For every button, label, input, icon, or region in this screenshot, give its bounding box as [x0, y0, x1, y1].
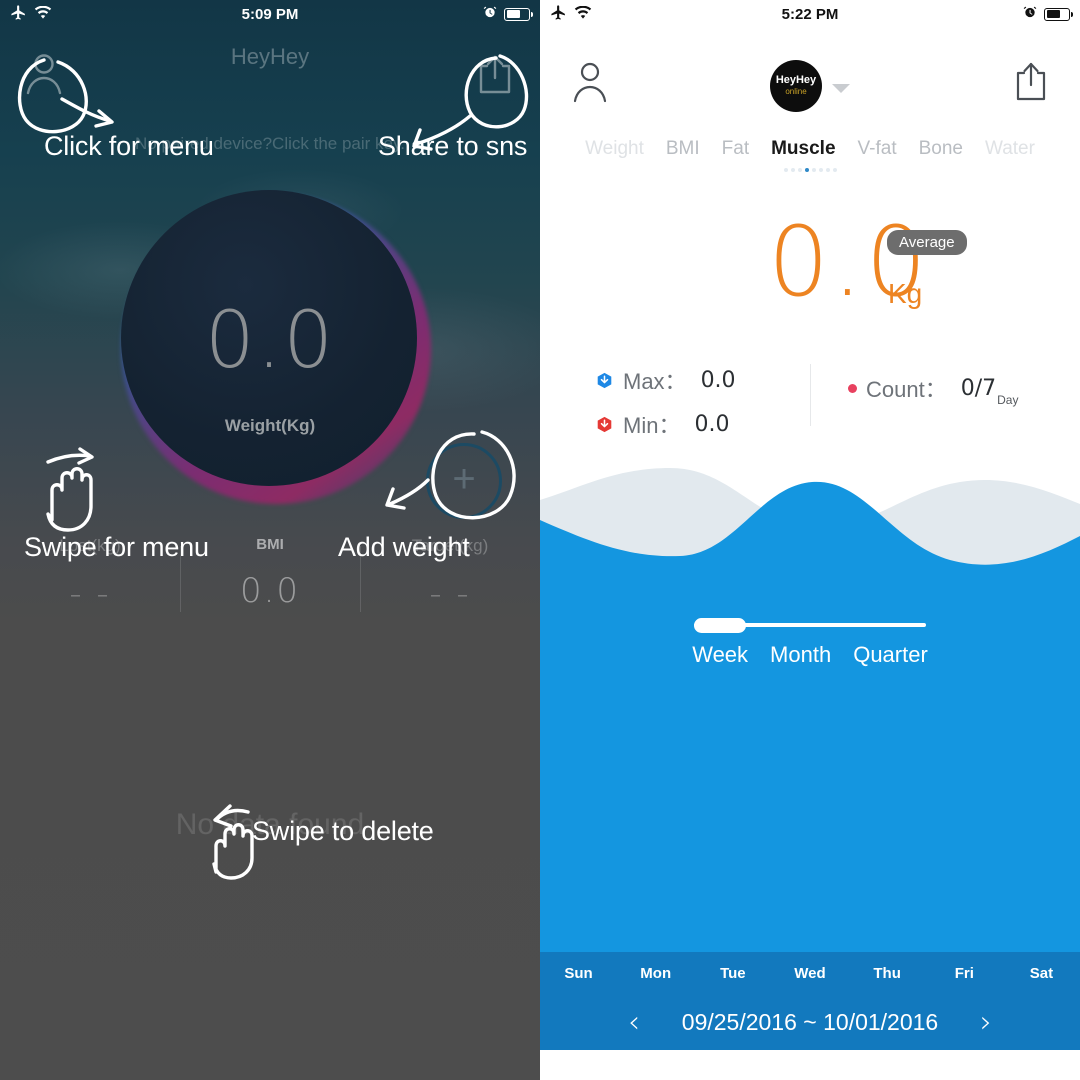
pager-dot — [818, 168, 823, 172]
weekday-wed: Wed — [794, 964, 826, 982]
annotation-add-weight: Add weight — [338, 532, 470, 562]
dial-value: 0.0 — [204, 296, 336, 386]
avatar[interactable]: HeyHey online — [770, 60, 822, 112]
kpi-row: Max： 0.0 Min： 0.0 Count： 0/7 Day — [540, 358, 1080, 450]
pager-dot — [832, 168, 837, 172]
kpi-value: 0.0 — [694, 411, 730, 437]
kpi-min: Min： 0.0 — [596, 402, 810, 446]
pager-dot — [811, 168, 816, 172]
weekday-sun: Sun — [564, 964, 593, 982]
kpi-count-group: Count： 0/7 Day — [810, 358, 1080, 450]
kpi-max-min-group: Max： 0.0 Min： 0.0 — [540, 358, 810, 450]
annotation-swipe-to-delete: Swipe to delete — [252, 816, 434, 846]
battery-icon — [1044, 7, 1073, 21]
tab-fat[interactable]: Fat — [711, 138, 760, 160]
pager-dot — [783, 168, 788, 172]
kpi-value: 0.0 — [700, 367, 736, 393]
weekday-tue: Tue — [720, 964, 746, 982]
weight-dial[interactable]: 0.0 Weight(Kg) — [115, 188, 431, 504]
left-status-time: 5:09 PM — [241, 5, 299, 23]
tab-vfat[interactable]: V-fat — [847, 138, 908, 160]
average-badge: Average — [887, 230, 967, 255]
share-icon[interactable] — [474, 52, 516, 96]
kpi-value: 0/7 — [960, 375, 997, 401]
right-status-time: 5:22 PM — [781, 5, 839, 23]
slider-knob[interactable] — [694, 618, 746, 633]
slider-track[interactable] — [694, 618, 926, 633]
weekday-fri: Fri — [954, 964, 974, 982]
pager-dot-active — [804, 168, 809, 172]
slider-option-week[interactable]: Week — [692, 642, 748, 668]
add-weight-button[interactable]: + — [426, 443, 502, 519]
date-navigation: ‹ 09/25/2016 ~ 10/01/2016 › — [540, 994, 1080, 1050]
wave-graphic — [540, 448, 1080, 952]
plus-icon: + — [452, 457, 476, 501]
tab-muscle[interactable]: Muscle — [760, 138, 846, 160]
avatar-name: HeyHey — [775, 74, 817, 87]
stat-value: 0.0 — [239, 571, 301, 611]
chevron-down-icon[interactable] — [832, 84, 850, 93]
hexagon-down-icon — [596, 416, 613, 433]
stat-value: - - — [429, 574, 471, 614]
slider-option-month[interactable]: Month — [770, 642, 831, 668]
tab-bmi[interactable]: BMI — [655, 138, 711, 160]
tab-weight[interactable]: Weight — [574, 138, 655, 160]
chevron-left-icon[interactable]: ‹ — [589, 1005, 679, 1040]
kpi-count: Count： 0/7 Day — [848, 366, 1080, 410]
tab-water[interactable]: Water — [974, 138, 1046, 160]
dot-icon — [848, 383, 857, 393]
left-app-title: HeyHey — [230, 44, 310, 69]
avatar-status: online — [785, 86, 807, 96]
right-phone-screen: 5:22 PM HeyHey online Weight BMI Fat Mus… — [540, 0, 1080, 1080]
battery-icon — [504, 7, 533, 21]
slider-option-quarter[interactable]: Quarter — [853, 642, 928, 668]
weekday-sat: Sat — [1029, 964, 1054, 982]
kpi-label: Count： — [866, 377, 947, 402]
slider-options: Week Month Quarter — [540, 642, 1080, 668]
weekday-thu: Thu — [873, 964, 901, 982]
pager-dot — [825, 168, 830, 172]
hero-unit: Kg — [888, 278, 923, 309]
annotation-swipe-for-menu: Swipe for menu — [24, 532, 209, 562]
bottom-spacer — [540, 1050, 1080, 1080]
left-status-bar: 5:09 PM — [0, 0, 540, 28]
date-range-label: 09/25/2016 ~ 10/01/2016 — [681, 1008, 939, 1035]
tab-bone[interactable]: Bone — [908, 138, 974, 160]
person-icon[interactable] — [570, 60, 610, 104]
kpi-max: Max： 0.0 — [596, 358, 810, 402]
kpi-label: Max： — [623, 369, 687, 394]
kpi-value-suffix: Day — [997, 393, 1019, 407]
chevron-right-icon[interactable]: › — [941, 1005, 1031, 1040]
metric-tabs: Weight BMI Fat Muscle V-fat Bone Water — [540, 132, 1080, 166]
dial-unit-label: Weight(Kg) — [224, 416, 316, 435]
annotation-click-for-menu: Click for menu — [44, 131, 214, 161]
stat-value: - - — [69, 574, 111, 614]
weekday-header: Sun Mon Tue Wed Thu Fri Sat — [540, 952, 1080, 994]
range-slider[interactable]: Week Month Quarter — [540, 618, 1080, 668]
hexagon-down-icon — [596, 372, 613, 389]
right-status-bar: 5:22 PM — [540, 0, 1080, 28]
pager-dot — [797, 168, 802, 172]
dual-phone-screenshot: 5:09 PM HeyHey No paired device?Click th… — [0, 0, 1080, 1080]
pager-dots — [540, 168, 1080, 172]
pager-dot — [790, 168, 795, 172]
share-icon[interactable] — [1012, 60, 1050, 102]
left-phone-screen: 5:09 PM HeyHey No paired device?Click th… — [0, 0, 540, 1080]
kpi-label: Min： — [623, 413, 681, 438]
weekday-mon: Mon — [640, 964, 672, 982]
annotation-share-to-sns: Share to sns — [378, 131, 528, 161]
person-icon[interactable] — [22, 50, 66, 96]
